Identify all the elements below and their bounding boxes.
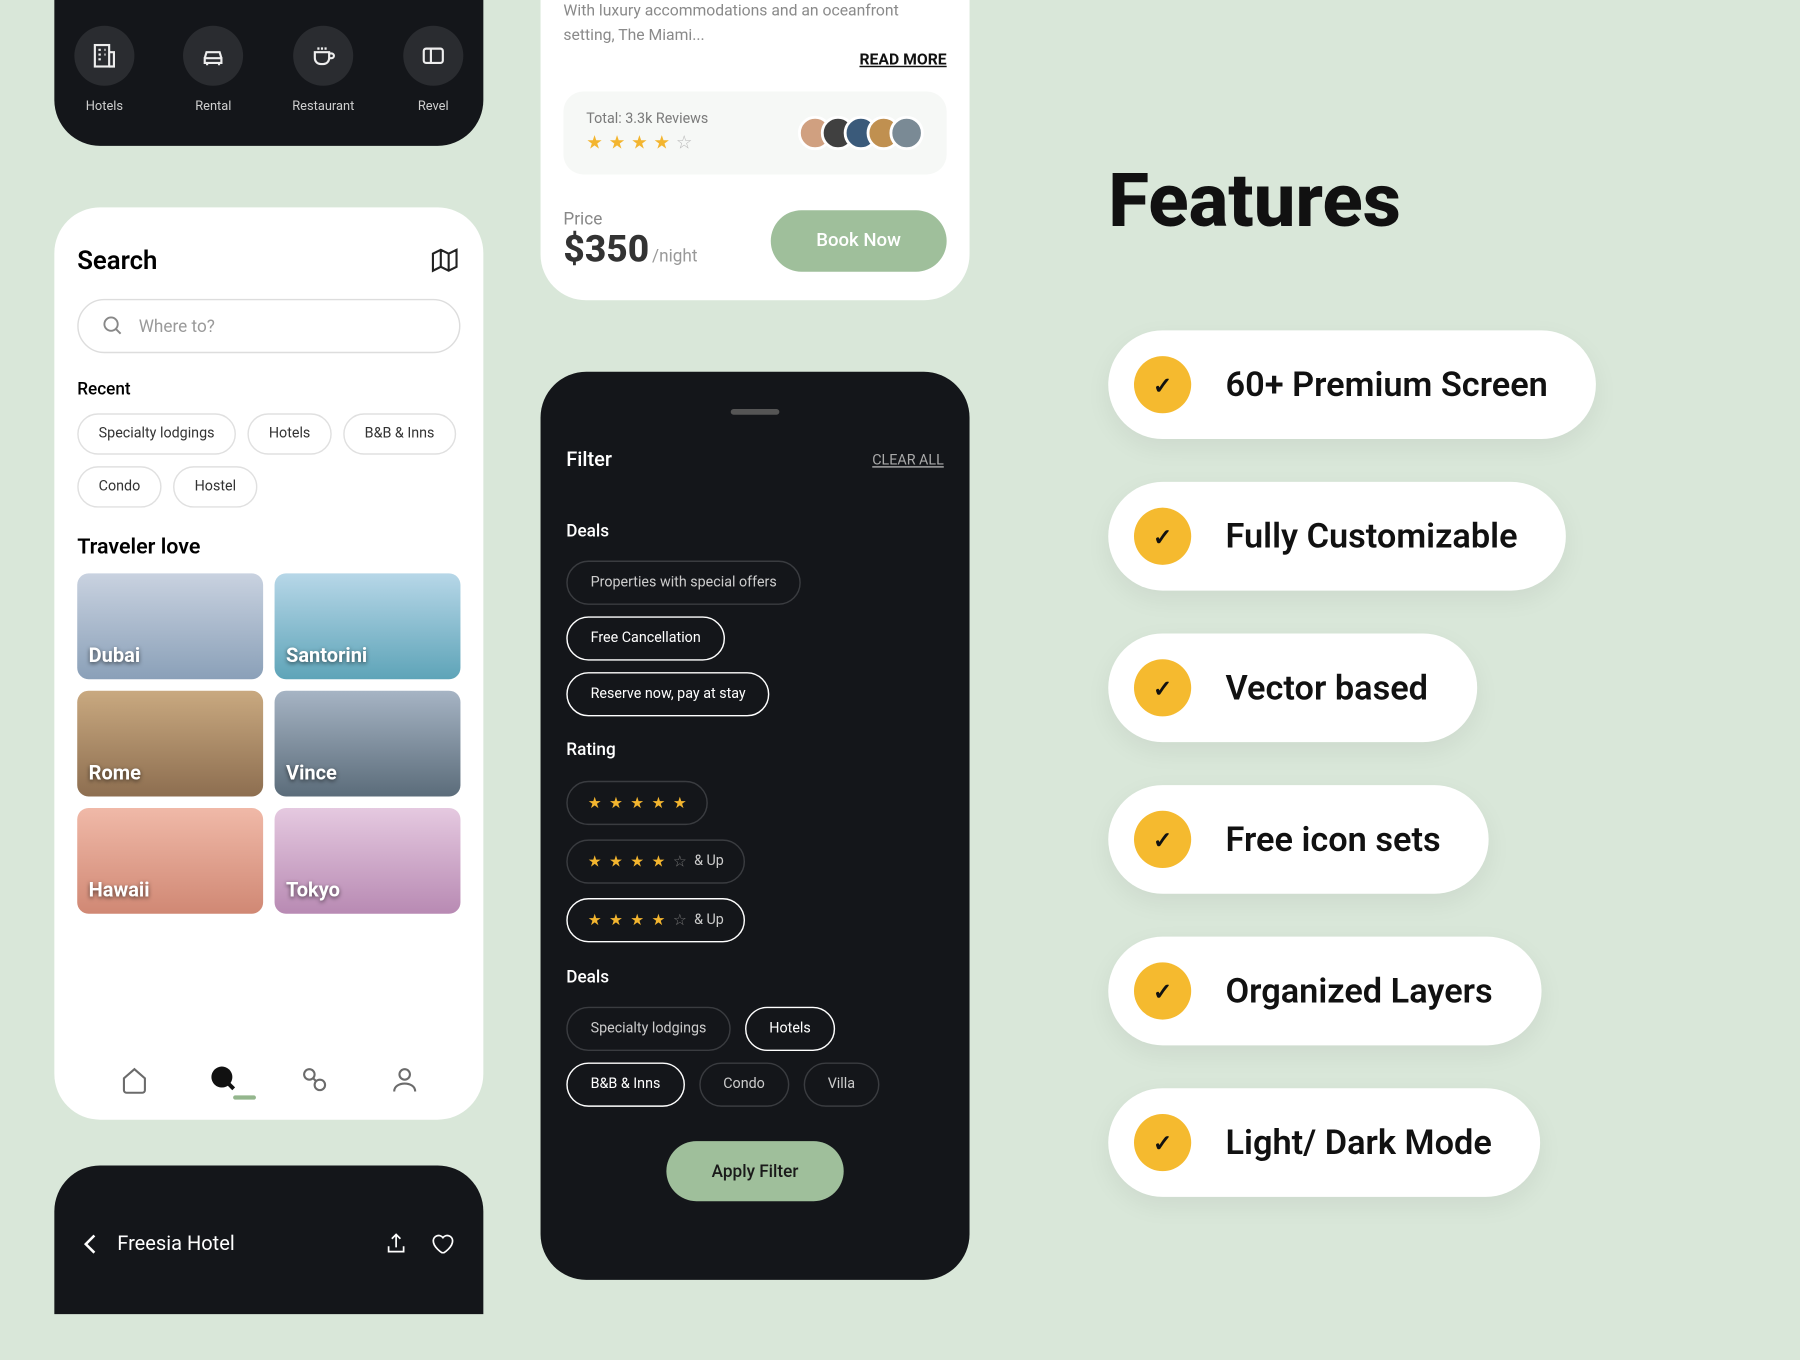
nav-profile[interactable]: [384, 1060, 424, 1100]
back-icon[interactable]: [83, 1233, 97, 1256]
destination-card[interactable]: Tokyo: [275, 808, 461, 914]
reviews-count: Total: 3.3k Reviews: [586, 112, 708, 128]
type-chip[interactable]: Hotels: [745, 1007, 835, 1051]
reviews-card[interactable]: Total: 3.3k Reviews ★★★★☆: [563, 92, 946, 175]
nav-home[interactable]: [114, 1060, 154, 1100]
deals-section-label: Deals: [566, 521, 944, 541]
nav-search[interactable]: [204, 1060, 244, 1100]
hotel-title: Freesia Hotel: [117, 1233, 234, 1256]
deal-chip[interactable]: Reserve now, pay at stay: [566, 672, 770, 716]
filter-phone: Filter CLEAR ALL Deals Properties with s…: [541, 372, 970, 1280]
category-bar: Hotels Rental Restaurant Revel: [54, 0, 483, 146]
read-more-link[interactable]: READ MORE: [563, 50, 946, 69]
drag-handle[interactable]: [731, 409, 780, 415]
star-rating: ★★★★☆: [586, 133, 708, 154]
map-icon[interactable]: [429, 245, 460, 276]
hotel-detail-card: With luxury accommodations and an oceanf…: [541, 0, 970, 300]
filter-title: Filter: [566, 449, 612, 472]
type-chip[interactable]: Villa: [803, 1062, 879, 1106]
feature-item: ✓Fully Customizable: [1108, 482, 1566, 591]
recent-label: Recent: [77, 379, 460, 399]
feature-item: ✓Vector based: [1108, 633, 1476, 742]
type-chip[interactable]: Specialty lodgings: [566, 1007, 730, 1051]
destination-card[interactable]: Dubai: [77, 573, 263, 679]
hotel-desc: With luxury accommodations and an oceanf…: [563, 0, 946, 47]
clear-all-link[interactable]: CLEAR ALL: [872, 453, 944, 469]
recent-chip[interactable]: Hostel: [173, 466, 257, 507]
search-icon: [102, 315, 125, 338]
feature-item: ✓Free icon sets: [1108, 785, 1489, 894]
type-chip[interactable]: B&B & Inns: [566, 1062, 684, 1106]
type-chip[interactable]: Condo: [699, 1062, 789, 1106]
search-placeholder: Where to?: [139, 316, 215, 336]
rating-section-label: Rating: [566, 739, 944, 759]
reviewer-avatars: [798, 116, 924, 150]
search-input[interactable]: Where to?: [77, 299, 460, 353]
heart-icon[interactable]: [429, 1231, 455, 1257]
feature-item: ✓60+ Premium Screen: [1108, 330, 1596, 439]
features-title: Features: [1108, 157, 1596, 244]
rating-option-4up[interactable]: ★★★★☆& Up: [566, 839, 745, 883]
share-icon[interactable]: [383, 1231, 409, 1257]
apply-filter-button[interactable]: Apply Filter: [666, 1141, 844, 1201]
destination-card[interactable]: Santorini: [275, 573, 461, 679]
category-hotels[interactable]: Hotels: [74, 26, 134, 115]
destination-card[interactable]: Hawaii: [77, 808, 263, 914]
price-label: Price: [563, 209, 697, 229]
search-title: Search: [77, 245, 157, 275]
traveler-love-label: Traveler love: [77, 533, 460, 559]
recent-chip[interactable]: Specialty lodgings: [77, 413, 236, 454]
hotels-icon: [74, 26, 134, 86]
category-restaurant[interactable]: Restaurant: [292, 26, 354, 115]
rating-option-4up-selected[interactable]: ★★★★☆& Up: [566, 898, 745, 942]
category-revel[interactable]: Revel: [403, 26, 463, 115]
car-icon: [183, 26, 243, 86]
nav-trips[interactable]: [294, 1060, 334, 1100]
recent-chip[interactable]: B&B & Inns: [343, 413, 456, 454]
feature-item: ✓Organized Layers: [1108, 937, 1541, 1046]
book-now-button[interactable]: Book Now: [770, 209, 946, 270]
check-icon: ✓: [1134, 811, 1191, 868]
category-label: Restaurant: [292, 100, 354, 114]
destination-card[interactable]: Rome: [77, 691, 263, 797]
feature-item: ✓Light/ Dark Mode: [1108, 1088, 1540, 1197]
search-phone: Search Where to? Recent Specialty lodgin…: [54, 207, 483, 1119]
price-per: /night: [652, 246, 697, 266]
check-icon: ✓: [1134, 356, 1191, 413]
check-icon: ✓: [1134, 1114, 1191, 1171]
price-value: $350: [563, 229, 649, 272]
recent-chip[interactable]: Condo: [77, 466, 161, 507]
cup-icon: [293, 26, 353, 86]
hotel-header-phone: Freesia Hotel: [54, 1165, 483, 1314]
rating-option-5[interactable]: ★★★★★: [566, 781, 708, 825]
category-label: Revel: [418, 100, 449, 114]
category-label: Hotels: [86, 100, 123, 114]
recent-chip[interactable]: Hotels: [247, 413, 331, 454]
destination-card[interactable]: Vince: [275, 691, 461, 797]
check-icon: ✓: [1134, 962, 1191, 1019]
check-icon: ✓: [1134, 659, 1191, 716]
features-sidebar: Features ✓60+ Premium Screen ✓Fully Cust…: [1108, 157, 1596, 1240]
deal-chip[interactable]: Free Cancellation: [566, 616, 725, 660]
nav-indicator: [233, 1095, 256, 1099]
check-icon: ✓: [1134, 508, 1191, 565]
category-label: Rental: [195, 100, 231, 114]
category-rental[interactable]: Rental: [183, 26, 243, 115]
types-section-label: Deals: [566, 967, 944, 987]
deal-chip[interactable]: Properties with special offers: [566, 561, 801, 605]
ticket-icon: [403, 26, 463, 86]
